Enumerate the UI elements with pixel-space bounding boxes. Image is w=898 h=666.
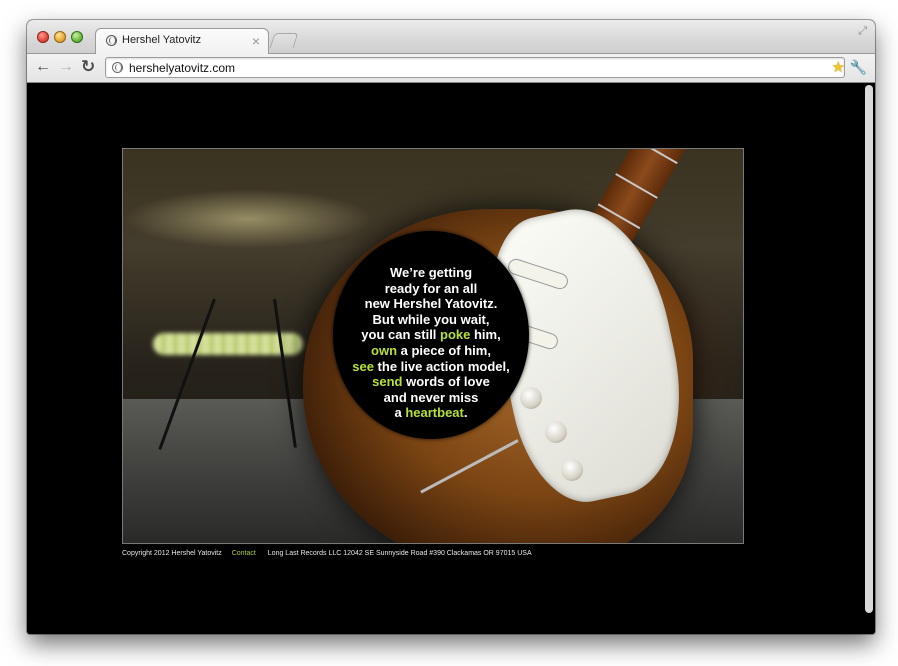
wrench-icon[interactable]: 🔧	[850, 59, 867, 76]
reload-icon[interactable]: ↻	[81, 58, 95, 76]
see-link[interactable]: see	[352, 359, 374, 374]
page-footer: Copyright 2012 Hershel Yatovitz Contact …	[122, 550, 532, 557]
tab-hershel-yatovitz[interactable]: Hershel Yatovitz ×	[95, 28, 269, 55]
send-link[interactable]: send	[372, 374, 402, 389]
message-line: you can still poke him,	[361, 327, 501, 343]
close-window-button[interactable]	[37, 31, 49, 43]
address-text: Long Last Records LLC 12042 SE Sunnyside…	[267, 550, 532, 557]
background-light	[123, 189, 373, 249]
tab-strip: Hershel Yatovitz × ⤢	[27, 20, 875, 55]
back-arrow-icon[interactable]: ←	[35, 58, 51, 76]
poke-link[interactable]: poke	[440, 327, 470, 342]
message-line: ready for an all	[384, 280, 478, 296]
message-line: see the live action model,	[352, 358, 510, 374]
tab-title: Hershel Yatovitz	[122, 34, 202, 46]
browser-toolbar: ← → ↻ hershelyatovitz.com ★ 🔧	[27, 54, 875, 83]
new-tab-button[interactable]	[269, 33, 299, 48]
star-icon[interactable]: ★	[832, 58, 845, 76]
message-line: We’re getting	[389, 265, 473, 280]
vertical-scrollbar[interactable]	[865, 85, 873, 613]
message-line: But while you wait,	[372, 311, 490, 327]
guitar-knob	[545, 421, 567, 443]
page-viewport: We’re getting ready for an all new Hersh…	[27, 83, 875, 634]
contact-link[interactable]: Contact	[232, 550, 256, 557]
message-line: own a piece of him,	[371, 342, 491, 358]
message-line: a heartbeat.	[394, 405, 468, 421]
globe-favicon-icon	[112, 62, 123, 73]
heartbeat-link[interactable]: heartbeat	[405, 405, 464, 420]
hero-guitar-image: We’re getting ready for an all new Hersh…	[122, 148, 744, 544]
browser-window: Hershel Yatovitz × ⤢ ← → ↻ hershelyatovi…	[27, 20, 875, 634]
guitar-knob	[561, 459, 583, 481]
message-line: send words of love	[372, 374, 490, 390]
message-line: and never miss	[383, 389, 479, 405]
fullscreen-icon[interactable]: ⤢	[858, 25, 867, 38]
copyright-text: Copyright 2012 Hershel Yatovitz	[122, 550, 222, 557]
globe-favicon-icon	[106, 35, 117, 46]
hero-message: We’re getting ready for an all new Hersh…	[333, 265, 529, 421]
zoom-window-button[interactable]	[71, 31, 83, 43]
forward-arrow-icon[interactable]: →	[58, 58, 74, 76]
tab-close-icon[interactable]: ×	[252, 32, 260, 50]
minimize-window-button[interactable]	[54, 31, 66, 43]
url-text[interactable]: hershelyatovitz.com	[129, 61, 235, 75]
own-link[interactable]: own	[371, 343, 397, 358]
address-bar[interactable]: hershelyatovitz.com ★	[105, 57, 845, 78]
message-line: new Hershel Yatovitz.	[364, 296, 498, 312]
